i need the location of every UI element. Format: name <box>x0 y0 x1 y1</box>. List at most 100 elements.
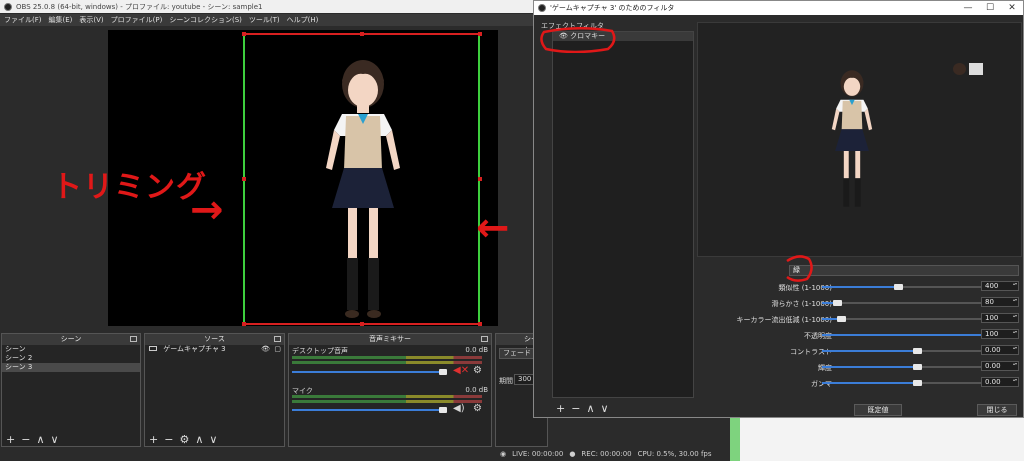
handle-bottom-left[interactable] <box>242 322 246 326</box>
annotation-circle-color-type <box>786 255 813 282</box>
annotation-circle-filter <box>540 27 616 53</box>
rec-icon: ● <box>569 450 576 458</box>
key-color-type-select[interactable]: 緑 <box>789 265 1019 276</box>
handle-top-left[interactable] <box>242 32 246 36</box>
minimize-icon[interactable]: — <box>957 1 979 15</box>
speaker-icon[interactable]: ◀) <box>453 403 465 414</box>
remove-icon[interactable]: − <box>571 403 580 415</box>
properties-panel: 色キーの種類 緑 類似性 (1-1000) 滑らかさ (1-1000) キーカラ… <box>697 255 1023 399</box>
sources-toolbar: + − ⚙ ∧ ∨ <box>145 434 217 446</box>
sources-dock: ソース ゲームキャプチャ 3 👁 ▢ + − ⚙ ∧ ∨ <box>144 333 285 447</box>
undock-icon[interactable] <box>274 336 281 342</box>
similarity-label: 類似性 (1-1000) <box>778 284 832 292</box>
desktop-green-edge <box>730 418 740 461</box>
live-icon: ◉ <box>500 450 507 458</box>
remove-icon[interactable]: − <box>21 434 30 446</box>
contrast-spinbox[interactable]: 0.00 <box>981 345 1019 355</box>
menu-scene-collection[interactable]: シーンコレクション(S) <box>169 15 242 25</box>
opacity-label: 不透明度 <box>804 332 832 340</box>
scene-item-selected[interactable]: シーン 3 <box>2 363 140 372</box>
volume-slider[interactable] <box>292 409 442 411</box>
audio-mixer-dock: 音声ミキサー デスクトップ音声 0.0 dB ◀✕ ⚙ マイク 0.0 dB ◀… <box>288 333 492 447</box>
character-figure <box>326 60 400 318</box>
gamma-label: ガンマ <box>811 380 832 388</box>
source-item-label: ゲームキャプチャ 3 <box>163 345 226 353</box>
channel-name: デスクトップ音声 <box>292 347 348 355</box>
menu-file[interactable]: ファイル(F) <box>4 15 42 25</box>
speaker-muted-icon[interactable]: ◀✕ <box>453 365 469 376</box>
spill-reduction-spinbox[interactable]: 100 <box>981 313 1019 323</box>
similarity-spinbox[interactable]: 400 <box>981 281 1019 291</box>
annotation-text: トリミング <box>52 170 207 205</box>
filters-dialog: 'ゲームキャプチャ 3' のためのフィルタ — ☐ ✕ エフェクトフィルタ 👁 … <box>533 0 1024 418</box>
add-icon[interactable]: + <box>6 434 15 446</box>
smoothness-label: 滑らかさ (1-1000) <box>771 300 832 308</box>
gear-icon[interactable]: ⚙ <box>473 365 482 376</box>
dialog-titlebar: 'ゲームキャプチャ 3' のためのフィルタ — ☐ ✕ <box>534 1 1023 15</box>
menu-help[interactable]: ヘルプ(H) <box>287 15 319 25</box>
duration-label: 期間 <box>499 377 513 385</box>
mixer-channel-desktop: デスクトップ音声 0.0 dB ◀✕ ⚙ <box>289 345 491 385</box>
audio-mixer-title: 音声ミキサー <box>369 335 411 343</box>
annotation-arrow-right: → <box>190 187 224 233</box>
status-cpu: CPU: 0.5%, 30.00 fps <box>637 450 712 458</box>
obs-window-title: OBS 25.0.8 (64-bit, windows) - プロファイル: y… <box>16 2 263 11</box>
scenes-dock-title: シーン <box>60 335 82 343</box>
gear-icon[interactable]: ⚙ <box>473 403 482 414</box>
close-icon[interactable]: ✕ <box>1001 1 1023 15</box>
spill-reduction-label: キーカラー流出低減 (1-1000) <box>736 316 832 324</box>
remove-icon[interactable]: − <box>164 434 173 446</box>
add-icon[interactable]: + <box>556 403 565 415</box>
menu-profile[interactable]: プロファイル(P) <box>111 15 163 25</box>
filter-preview <box>697 22 1022 257</box>
add-icon[interactable]: + <box>149 434 158 446</box>
thumbnail-character <box>953 63 966 75</box>
move-up-icon[interactable]: ∧ <box>36 434 44 446</box>
opacity-spinbox[interactable]: 100 <box>981 329 1019 339</box>
scene-item[interactable]: シーン 2 <box>2 354 140 363</box>
obs-logo-icon <box>4 2 12 11</box>
lock-icon[interactable]: ▢ <box>274 345 281 354</box>
undock-icon[interactable] <box>481 336 488 342</box>
handle-mid-right[interactable] <box>478 177 482 181</box>
move-down-icon[interactable]: ∨ <box>209 434 217 446</box>
gear-icon[interactable]: ⚙ <box>179 434 189 446</box>
gamma-spinbox[interactable]: 0.00 <box>981 377 1019 387</box>
dialog-title: 'ゲームキャプチャ 3' のためのフィルタ <box>550 4 675 12</box>
sources-dock-header: ソース <box>145 334 284 345</box>
maximize-icon[interactable]: ☐ <box>979 1 1001 15</box>
handle-top-center[interactable] <box>360 32 364 36</box>
close-button[interactable]: 閉じる <box>977 404 1017 416</box>
handle-bottom-right[interactable] <box>478 322 482 326</box>
brightness-spinbox[interactable]: 0.00 <box>981 361 1019 371</box>
handle-mid-left[interactable] <box>242 177 246 181</box>
defaults-button[interactable]: 既定値 <box>854 404 902 416</box>
move-down-icon[interactable]: ∨ <box>51 434 59 446</box>
volume-slider[interactable] <box>292 371 442 373</box>
scenes-toolbar: + − ∧ ∨ <box>2 434 59 446</box>
scene-item[interactable]: シーン <box>2 345 140 354</box>
channel-db: 0.0 dB <box>465 346 488 354</box>
eye-icon[interactable]: 👁 <box>261 345 270 354</box>
mixer-channel-mic: マイク 0.0 dB ◀) ⚙ <box>289 385 491 425</box>
move-down-icon[interactable]: ∨ <box>601 403 609 415</box>
source-item[interactable]: ゲームキャプチャ 3 👁 ▢ <box>145 345 284 354</box>
menubar: ファイル(F) 編集(E) 表示(V) プロファイル(P) シーンコレクション(… <box>0 14 548 26</box>
channel-db: 0.0 dB <box>465 386 488 394</box>
volume-knob[interactable] <box>439 407 447 413</box>
smoothness-spinbox[interactable]: 80 <box>981 297 1019 307</box>
menu-view[interactable]: 表示(V) <box>79 15 103 25</box>
desktop-background <box>730 418 1024 461</box>
level-meter <box>292 395 482 398</box>
handle-bottom-center[interactable] <box>360 322 364 326</box>
volume-knob[interactable] <box>439 369 447 375</box>
move-up-icon[interactable]: ∧ <box>195 434 203 446</box>
move-up-icon[interactable]: ∧ <box>586 403 594 415</box>
undock-icon[interactable] <box>130 336 137 342</box>
status-rec: REC: 00:00:00 <box>581 450 632 458</box>
scenes-dock-header: シーン <box>2 334 140 345</box>
handle-top-right[interactable] <box>478 32 482 36</box>
menu-tools[interactable]: ツール(T) <box>249 15 280 25</box>
menu-edit[interactable]: 編集(E) <box>49 15 73 25</box>
filter-list: 👁 クロマキー <box>552 31 694 398</box>
